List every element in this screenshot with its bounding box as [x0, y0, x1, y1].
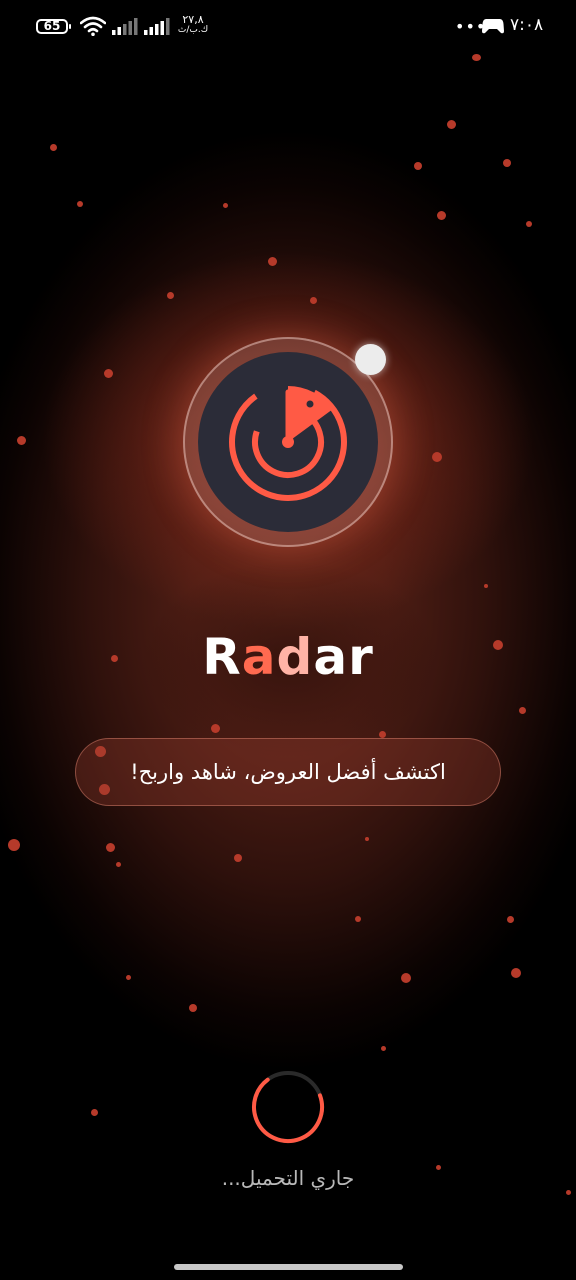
battery-icon: 65 — [36, 19, 71, 34]
status-time: ٧:٠٨ — [510, 15, 544, 35]
particle — [511, 968, 521, 978]
app-title-letter: r — [348, 628, 374, 686]
network-speed-unit: ك.ب/ث — [177, 25, 209, 35]
particle — [77, 201, 83, 207]
particle — [104, 369, 113, 378]
loading-spinner — [252, 1071, 324, 1143]
particle — [484, 584, 488, 588]
particle — [234, 854, 242, 862]
splash-screen: 65 ٢٧,٨ ك.ب/ث ••• ٧:٠٨ Radar اكتشف أفضل … — [0, 0, 576, 1280]
particle — [106, 843, 115, 852]
particle — [472, 54, 481, 61]
particle — [507, 916, 514, 923]
particle — [310, 297, 317, 304]
particle — [381, 1046, 386, 1051]
particle — [189, 1004, 197, 1012]
app-title-letter: a — [241, 628, 277, 686]
particle — [91, 1109, 98, 1116]
particle — [355, 916, 361, 922]
particle — [401, 973, 411, 983]
particle — [223, 203, 228, 208]
game-controller-icon — [482, 19, 504, 34]
particle — [126, 975, 131, 980]
particle — [116, 862, 121, 867]
battery-level: 65 — [43, 19, 61, 33]
network-speed: ٢٧,٨ ك.ب/ث — [174, 14, 212, 36]
particle — [17, 436, 26, 445]
particle — [8, 839, 20, 851]
particle — [566, 1190, 571, 1195]
particle — [447, 120, 456, 129]
network-speed-value: ٢٧,٨ — [182, 13, 204, 26]
particle — [437, 211, 446, 220]
signal-icon — [112, 18, 138, 35]
app-title-letter: a — [313, 628, 349, 686]
radar-icon — [229, 383, 347, 501]
particle — [432, 452, 442, 462]
particle — [167, 292, 174, 299]
particle — [365, 837, 369, 841]
signal-icon — [144, 18, 170, 35]
app-title: Radar — [0, 628, 576, 686]
status-bar: 65 ٢٧,٨ ك.ب/ث ••• ٧:٠٨ — [0, 0, 576, 54]
particle — [211, 724, 220, 733]
particle — [50, 144, 57, 151]
orbit-dot — [355, 344, 386, 375]
particle — [526, 221, 532, 227]
particle — [379, 731, 386, 738]
app-title-letter: d — [276, 628, 314, 686]
particle — [503, 159, 511, 167]
particle — [414, 162, 422, 170]
particle — [519, 707, 526, 714]
tagline-pill: اكتشف أفضل العروض، شاهد واربح! — [75, 738, 501, 806]
particle — [268, 257, 277, 266]
loading-label: جاري التحميل... — [221, 1166, 355, 1190]
app-title-letter: R — [202, 628, 242, 686]
wifi-icon — [80, 16, 106, 36]
home-indicator[interactable] — [174, 1264, 403, 1270]
tagline-text: اكتشف أفضل العروض، شاهد واربح! — [130, 760, 446, 784]
